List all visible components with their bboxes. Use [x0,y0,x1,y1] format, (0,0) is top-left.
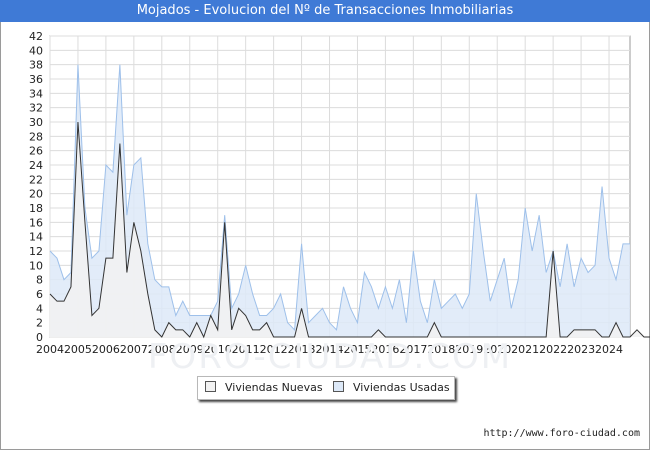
y-axis-ticks: 024681012141618202224262830323436384042 [29,30,43,344]
y-tick-label: 32 [29,102,43,115]
x-tick-label: 2006 [92,343,120,356]
y-tick-label: 34 [29,87,43,100]
y-tick-label: 18 [29,202,43,215]
y-tick-label: 42 [29,30,43,43]
y-tick-label: 14 [29,231,43,244]
y-tick-label: 22 [29,173,43,186]
y-tick-label: 16 [29,216,43,229]
x-tick-label: 2021 [511,343,539,356]
y-tick-label: 36 [29,73,43,86]
y-tick-label: 26 [29,145,43,158]
x-tick-label: 2024 [595,343,623,356]
legend-label-nuevas: Viviendas Nuevas [225,381,323,394]
x-tick-label: 2023 [567,343,595,356]
y-tick-label: 6 [36,288,43,301]
y-tick-label: 40 [29,44,43,57]
y-tick-label: 8 [36,274,43,287]
y-tick-label: 12 [29,245,43,258]
x-tick-label: 2005 [64,343,92,356]
y-tick-label: 10 [29,259,43,272]
legend-swatch-nuevas [205,381,216,392]
y-tick-label: 28 [29,130,43,143]
y-tick-label: 24 [29,159,43,172]
legend-item-nuevas: Viviendas Nuevas [205,381,323,395]
legend-label-usadas: Viviendas Usadas [353,381,450,394]
x-tick-label: 2022 [539,343,567,356]
source-url: http://www.foro-ciudad.com [483,428,640,439]
y-tick-label: 2 [36,317,43,330]
y-tick-label: 30 [29,116,43,129]
x-tick-label: 2007 [120,343,148,356]
y-tick-label: 20 [29,188,43,201]
y-tick-label: 4 [36,302,43,315]
y-tick-label: 38 [29,59,43,72]
legend-swatch-usadas [333,381,344,392]
legend-item-usadas: Viviendas Usadas [333,381,450,395]
x-tick-label: 2004 [36,343,64,356]
legend: Viviendas Nuevas Viviendas Usadas [197,376,455,400]
watermark: FORO-CIUDAD.COM [148,337,512,377]
